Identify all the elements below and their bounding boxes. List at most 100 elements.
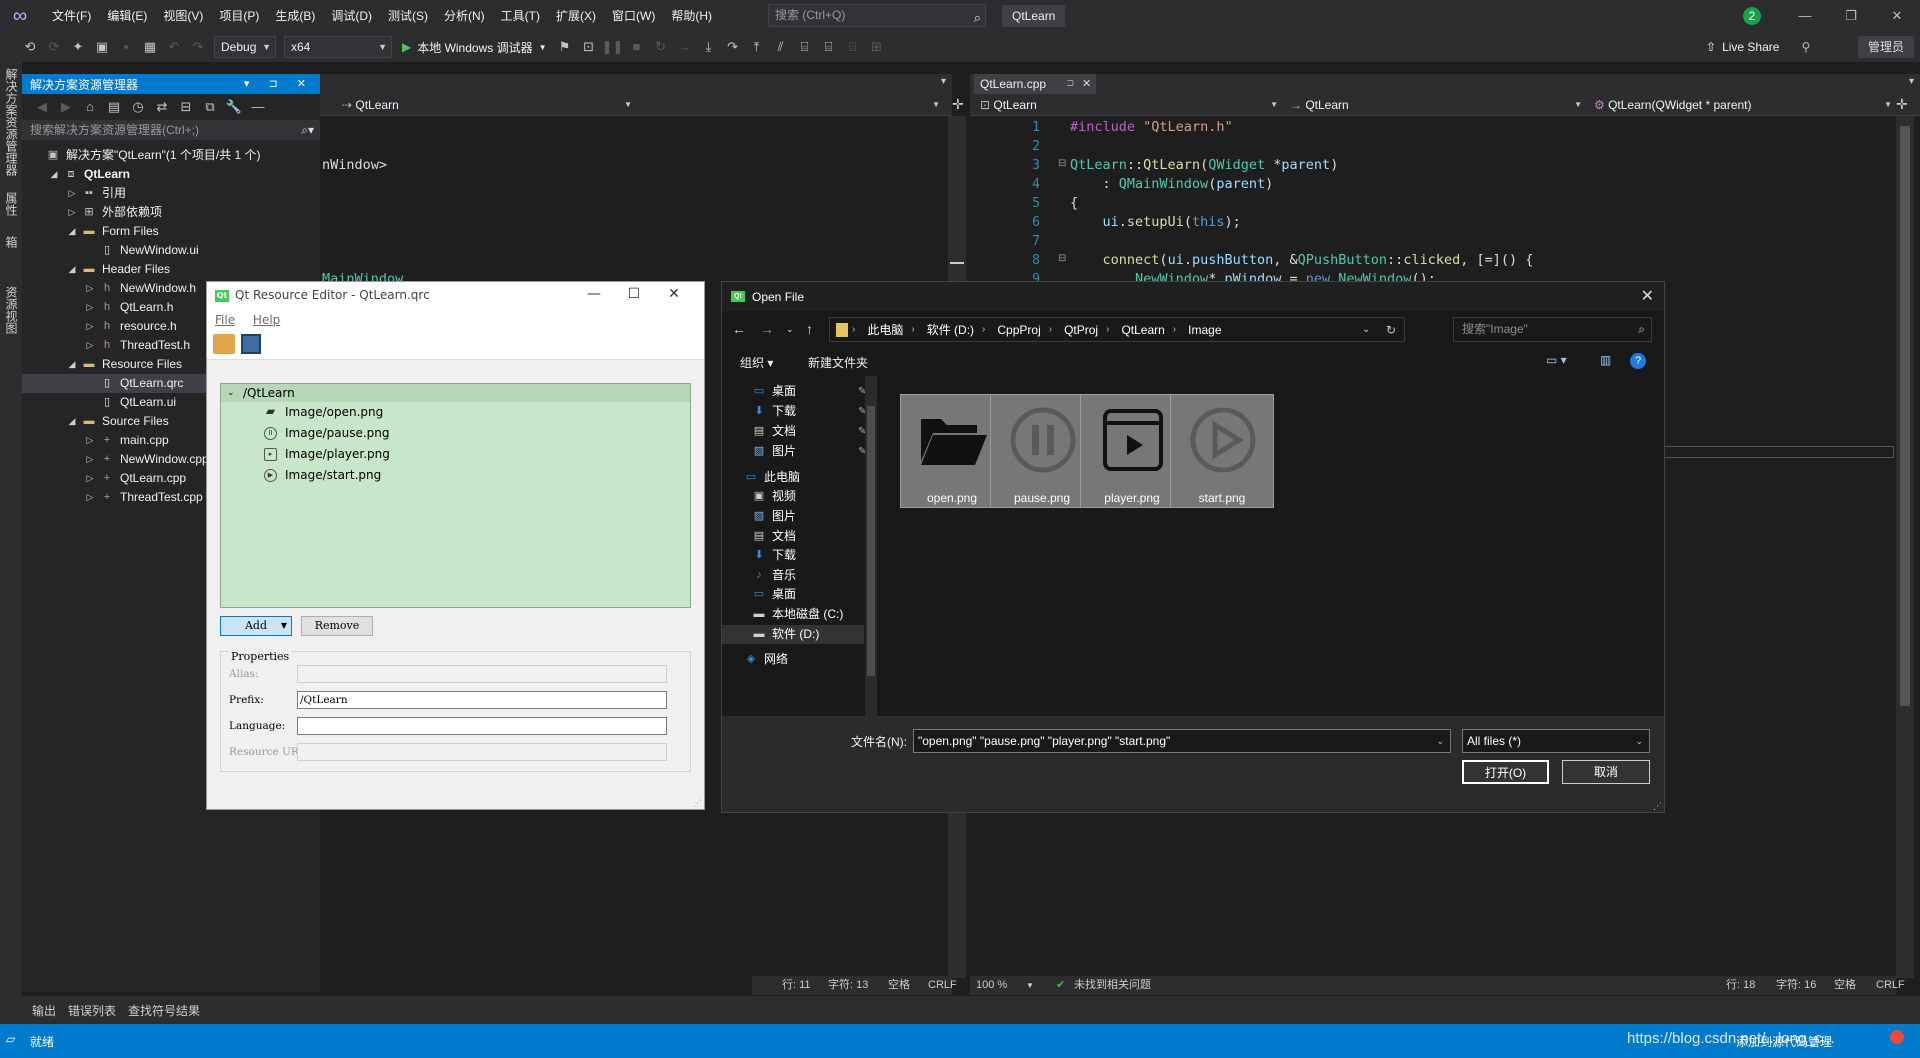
nav-item[interactable]: ▨ 图片 bbox=[752, 507, 864, 526]
open-folder-icon[interactable]: ▣ bbox=[91, 36, 113, 58]
qrc-prefix-node[interactable]: ⌄ /QtLearn bbox=[221, 384, 690, 402]
forward-icon[interactable]: ⟳ bbox=[43, 36, 65, 58]
bookmark-icon[interactable]: ⌸ bbox=[794, 36, 816, 58]
restore-icon[interactable]: ❐ bbox=[1828, 0, 1874, 32]
save-all-icon[interactable]: ▦ bbox=[139, 36, 161, 58]
qrc-file-item[interactable]: ▶ Image/start.png bbox=[221, 465, 690, 486]
folder-search-input[interactable]: 搜索"Image" ⌕ bbox=[1453, 317, 1652, 342]
nav-item[interactable]: ♪ 音乐 bbox=[752, 566, 864, 585]
tree-item[interactable]: ▷ ▪▪ 引用 bbox=[22, 184, 320, 203]
qt-menu-file[interactable]: File bbox=[215, 313, 235, 327]
attach-icon[interactable]: ⚑ bbox=[554, 36, 576, 58]
alias-input[interactable] bbox=[297, 665, 667, 683]
cancel-button[interactable]: 取消 bbox=[1562, 760, 1650, 784]
bookmark-clear-icon[interactable]: ⌸ bbox=[842, 36, 864, 58]
platform-select[interactable]: x64 ▼ bbox=[284, 36, 392, 58]
menu-project[interactable]: 项目(P) bbox=[211, 0, 267, 32]
member-scope-select[interactable]: ⚙ QtLearn(QWidget * parent) ▼ bbox=[1590, 96, 1896, 114]
nav-item[interactable]: ▨ 图片 ✎ bbox=[752, 442, 867, 461]
open-folder-icon[interactable] bbox=[213, 334, 235, 354]
nav-item[interactable]: ▭ 桌面 bbox=[752, 585, 864, 604]
tab-find-symbol-results[interactable]: 查找符号结果 bbox=[128, 1002, 200, 1019]
zoom-level[interactable]: 100 % bbox=[976, 976, 1007, 995]
tree-item[interactable]: ◢ ⧈ QtLearn bbox=[22, 165, 320, 184]
preview-icon[interactable]: — bbox=[247, 96, 269, 118]
tree-item[interactable]: ▷ ⊞ 外部依赖项 bbox=[22, 203, 320, 222]
menu-help[interactable]: 帮助(H) bbox=[663, 0, 720, 32]
pin-icon[interactable]: ⊐ bbox=[1066, 74, 1074, 94]
prefix-input[interactable]: /QtLearn bbox=[297, 691, 667, 709]
chevron-down-icon[interactable]: ◢ bbox=[48, 165, 60, 184]
nav-item[interactable]: ▤ 文档 ✎ bbox=[752, 422, 867, 441]
collapse-icon[interactable]: ⊟ bbox=[1058, 158, 1066, 169]
close-icon[interactable]: ✕ bbox=[1641, 286, 1654, 306]
tree-item[interactable]: ▣ 解决方案"QtLearn"(1 个项目/共 1 个) bbox=[22, 146, 320, 165]
menu-window[interactable]: 窗口(W) bbox=[604, 0, 663, 32]
back-icon[interactable]: ⟲ bbox=[19, 36, 41, 58]
collapse-icon[interactable]: ⊟ bbox=[1058, 253, 1066, 264]
menu-extensions[interactable]: 扩展(X) bbox=[548, 0, 604, 32]
breadcrumb-item[interactable]: 此电脑 bbox=[867, 321, 903, 338]
layout-icon[interactable]: ⊞ bbox=[866, 36, 888, 58]
sync-icon[interactable]: ⇄ bbox=[151, 96, 173, 118]
nav-item[interactable]: ▣ 视频 bbox=[752, 487, 864, 506]
qrc-file-item[interactable]: ▸ Image/player.png bbox=[221, 444, 690, 465]
split-icon[interactable]: ✛ bbox=[1896, 96, 1908, 113]
forward-icon[interactable]: ▶ bbox=[55, 96, 77, 118]
tab-output[interactable]: 输出 bbox=[32, 1002, 56, 1019]
nav-pane-scrollbar[interactable] bbox=[865, 376, 877, 716]
tree-item[interactable]: ◢ ▬ Form Files bbox=[22, 222, 320, 241]
menu-view[interactable]: 视图(V) bbox=[155, 0, 211, 32]
split-icon[interactable]: ✛ bbox=[952, 96, 964, 113]
pause-icon[interactable]: ❚❚ bbox=[602, 36, 624, 58]
scroll-thumb[interactable] bbox=[867, 406, 875, 676]
bookmark-next-icon[interactable]: ⌸ bbox=[818, 36, 840, 58]
nav-item[interactable]: ▬ 本地磁盘 (C:) bbox=[752, 605, 864, 624]
language-input[interactable] bbox=[297, 717, 667, 735]
qrc-resource-tree[interactable]: ⌄ /QtLearn ▰ Image/open.png II Image/pause… bbox=[220, 383, 691, 608]
menu-debug[interactable]: 调试(D) bbox=[323, 0, 380, 32]
undo-icon[interactable]: ↶ bbox=[163, 36, 185, 58]
view-options-icon[interactable]: ▭ ▾ bbox=[1546, 353, 1567, 367]
new-project-icon[interactable]: ✦ bbox=[67, 36, 89, 58]
vtab-properties[interactable]: 属性 bbox=[0, 186, 23, 226]
save-icon[interactable] bbox=[241, 334, 261, 354]
up-arrow-icon[interactable]: ↑ bbox=[806, 321, 813, 337]
tab-overflow-icon[interactable]: ▾ bbox=[941, 76, 946, 87]
vtab-solution-explorer[interactable]: 解决方案资源管理器 bbox=[0, 62, 23, 182]
chevron-down-icon[interactable]: ◢ bbox=[66, 222, 78, 241]
chevron-down-icon[interactable]: ⌄ bbox=[1362, 324, 1370, 335]
tab-overflow-icon[interactable]: ▾ bbox=[1909, 76, 1914, 87]
live-share-button[interactable]: ⇧ Live Share ⚲ bbox=[1706, 36, 1810, 58]
breadcrumb-item[interactable]: Image bbox=[1188, 323, 1221, 337]
class-scope-select[interactable]: → QtLearn ▼ bbox=[1286, 96, 1586, 114]
file-thumbnail[interactable]: pause.png bbox=[990, 394, 1094, 508]
config-select[interactable]: Debug ▼ bbox=[214, 36, 276, 58]
nav-item[interactable]: ▤ 文档 bbox=[752, 527, 864, 546]
open-button[interactable]: 打开(O) bbox=[1462, 760, 1549, 784]
nav-item[interactable]: ▭ 桌面 ✎ bbox=[752, 382, 867, 401]
file-thumbnail[interactable]: open.png bbox=[900, 394, 1004, 508]
chevron-right-icon[interactable]: ▷ bbox=[84, 279, 96, 298]
filename-input[interactable]: "open.png" "pause.png" "player.png" "sta… bbox=[913, 729, 1451, 753]
feedback-icon[interactable]: ⚲ bbox=[1801, 40, 1810, 54]
resize-grip-icon[interactable]: ⋰ bbox=[1653, 801, 1662, 812]
tree-item[interactable]: ▯ NewWindow.ui bbox=[22, 241, 320, 260]
show-all-files-icon[interactable]: ⧉ bbox=[199, 96, 221, 118]
remove-button[interactable]: Remove bbox=[301, 616, 373, 636]
show-next-icon[interactable]: → bbox=[674, 36, 696, 58]
minimize-icon[interactable]: — bbox=[579, 286, 609, 302]
chevron-down-icon[interactable]: ◢ bbox=[66, 260, 78, 279]
help-icon[interactable]: ? bbox=[1630, 353, 1646, 369]
tree-item[interactable]: ◢ ▬ Header Files bbox=[22, 260, 320, 279]
chevron-right-icon[interactable]: ▷ bbox=[84, 469, 96, 488]
solution-search-input[interactable]: 搜索解决方案资源管理器(Ctrl+;) ⌕▾ bbox=[22, 120, 320, 140]
breadcrumb-item[interactable]: CppProj bbox=[997, 323, 1040, 337]
close-icon[interactable]: ✕ bbox=[1082, 74, 1091, 94]
chevron-right-icon[interactable]: ▷ bbox=[84, 336, 96, 355]
chevron-right-icon[interactable]: ▷ bbox=[84, 317, 96, 336]
step-over-icon[interactable]: ↷ bbox=[722, 36, 744, 58]
add-button[interactable]: Add ▼ bbox=[220, 616, 292, 636]
stop-icon[interactable]: ■ bbox=[626, 36, 648, 58]
breadcrumb[interactable]: › 此电脑 › 软件 (D:) › CppProj › QtProj › QtLearn… bbox=[829, 317, 1405, 342]
